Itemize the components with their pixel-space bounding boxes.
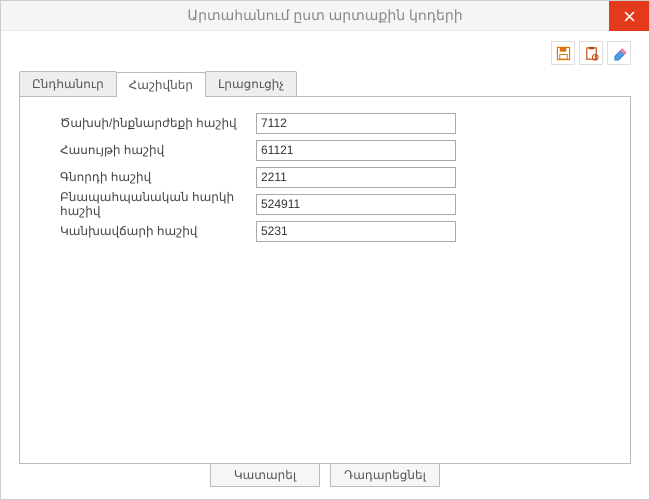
- tab-general[interactable]: Ընդհանուր: [19, 71, 117, 96]
- clipboard-icon: [584, 46, 599, 61]
- titlebar: Արտահանում ըստ արտաքին կոդերի: [1, 1, 649, 31]
- save-button[interactable]: [551, 41, 575, 65]
- input-prepay-account[interactable]: [256, 221, 456, 242]
- form-row: Գնորդի հաշիվ: [36, 165, 614, 189]
- cancel-button[interactable]: Դադարեցնել: [330, 463, 440, 487]
- form-row: Ծախսի/ինքնարժեքի հաշիվ: [36, 111, 614, 135]
- form-row: Կանխավճարի հաշիվ: [36, 219, 614, 243]
- window-title: Արտահանում ըստ արտաքին կոդերի: [187, 7, 462, 24]
- label-expense-account: Ծախսի/ինքնարժեքի հաշիվ: [36, 116, 256, 130]
- erase-button[interactable]: [607, 41, 631, 65]
- tab-additional[interactable]: Լրացուցիչ: [205, 71, 297, 96]
- clipboard-button[interactable]: [579, 41, 603, 65]
- label-env-tax-account: Բնապահպանական հարկի հաշիվ: [36, 190, 256, 218]
- input-revenue-account[interactable]: [256, 140, 456, 161]
- tab-accounts[interactable]: Հաշիվներ: [116, 72, 206, 97]
- input-expense-account[interactable]: [256, 113, 456, 134]
- save-icon: [556, 46, 571, 61]
- tabs: Ընդհանուր Հաշիվներ Լրացուցիչ: [1, 71, 649, 96]
- label-revenue-account: Հասույթի հաշիվ: [36, 143, 256, 157]
- toolbar: [1, 31, 649, 71]
- label-buyer-account: Գնորդի հաշիվ: [36, 170, 256, 184]
- form-row: Բնապահպանական հարկի հաշիվ: [36, 192, 614, 216]
- erase-icon: [612, 46, 627, 61]
- input-env-tax-account[interactable]: [256, 194, 456, 215]
- ok-button[interactable]: Կատարել: [210, 463, 320, 487]
- tab-panel: Ծախսի/ինքնարժեքի հաշիվ Հասույթի հաշիվ Գն…: [19, 96, 631, 464]
- label-prepay-account: Կանխավճարի հաշիվ: [36, 224, 256, 238]
- close-icon: [624, 11, 635, 22]
- form-row: Հասույթի հաշիվ: [36, 138, 614, 162]
- input-buyer-account[interactable]: [256, 167, 456, 188]
- close-button[interactable]: [609, 1, 649, 31]
- footer: Կատարել Դադարեցնել: [1, 463, 649, 487]
